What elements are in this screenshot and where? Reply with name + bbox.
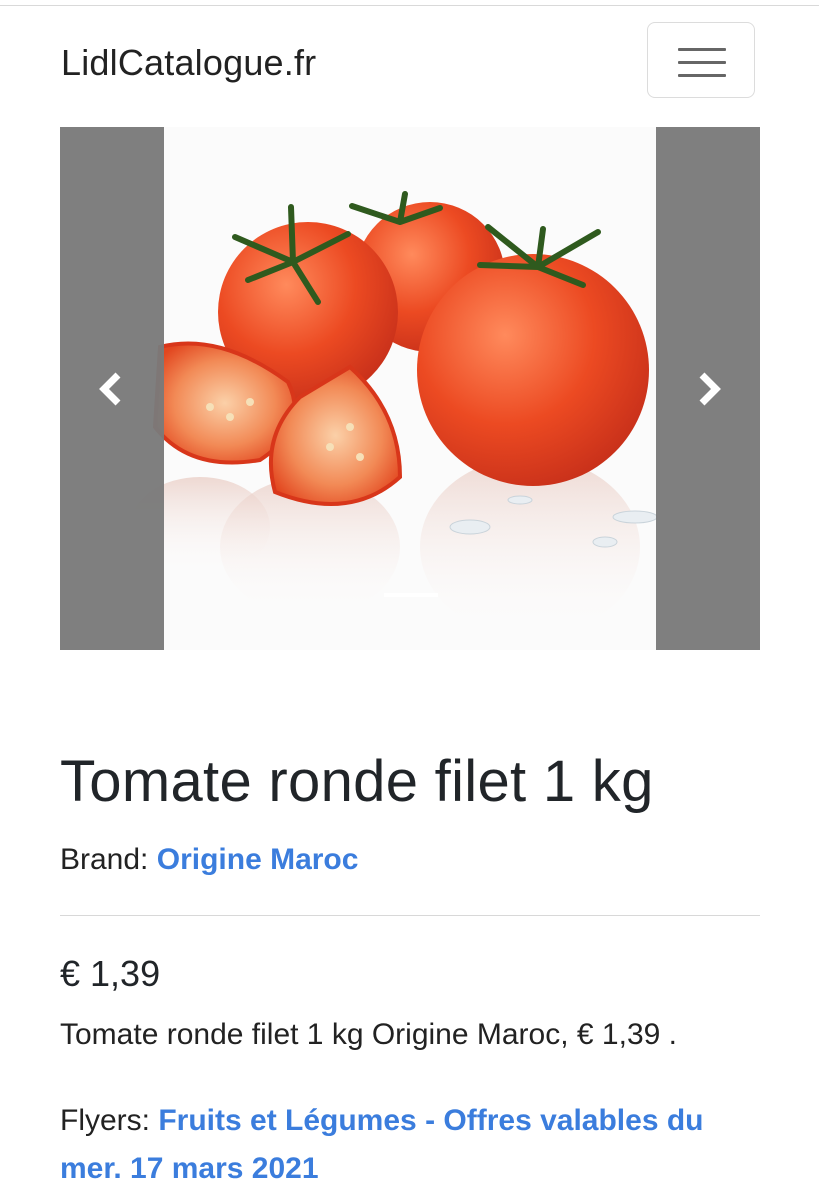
carousel-prev-button[interactable] [60,127,164,650]
navbar: LidlCatalogue.fr [0,6,819,120]
product-price: € 1,39 [60,953,161,994]
product-carousel [60,127,760,650]
carousel-next-button[interactable] [656,127,760,650]
brand-label: Brand: [60,843,149,876]
chevron-right-icon [699,372,721,406]
carousel-indicator[interactable] [384,593,438,597]
flyer-link[interactable]: Fruits et Légumes - Offres valables du m… [60,1104,704,1185]
product-description: Tomate ronde filet 1 kg Origine Maroc, €… [60,1018,677,1051]
product-image [60,127,760,650]
product-title: Tomate ronde filet 1 kg [60,749,654,814]
chevron-left-icon [99,372,121,406]
divider [60,915,760,916]
site-brand[interactable]: LidlCatalogue.fr [61,42,316,84]
menu-toggle-button[interactable] [647,22,755,98]
brand-line: Brand: Origine Maroc [60,843,358,877]
brand-link[interactable]: Origine Maroc [157,843,359,876]
flyers-label: Flyers: [60,1104,150,1137]
flyers-line: Flyers: Fruits et Légumes - Offres valab… [60,1097,760,1193]
